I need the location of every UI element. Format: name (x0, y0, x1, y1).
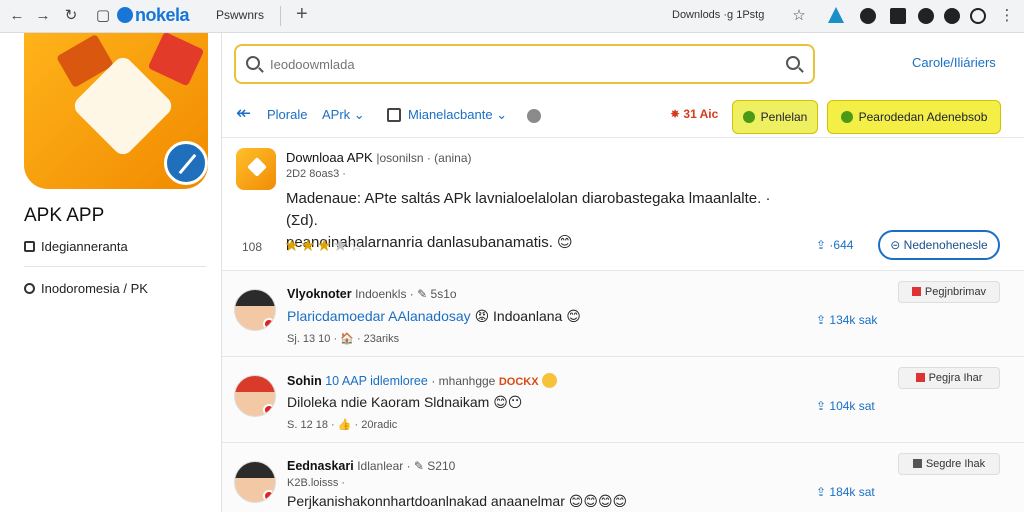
status-dot-icon (263, 490, 275, 502)
leaf-icon (742, 111, 755, 123)
app-icon (24, 33, 208, 189)
back-arrow-icon[interactable]: ↞ (236, 103, 251, 124)
chat-icon (840, 111, 853, 123)
square-icon (24, 241, 35, 252)
info-icon[interactable] (527, 109, 541, 123)
top-link[interactable]: Carole/Iliáriers (912, 55, 996, 70)
comment-author[interactable]: Sohin (287, 374, 322, 388)
reload-icon[interactable]: ↻ (62, 7, 80, 25)
tab-separator (280, 6, 281, 26)
star-icon[interactable]: ★ (300, 236, 316, 255)
bookmark-star-icon[interactable]: ☆ (790, 7, 808, 25)
reply-button[interactable]: Pegjnbrimav (898, 281, 1000, 303)
tab-plorale[interactable]: Plorale (267, 107, 307, 122)
info-icon[interactable] (970, 8, 986, 24)
comment-footer: K2B.loisss · (287, 477, 346, 489)
comment-footer: Sj. 13 10 · 🏠 · 23ariks (287, 333, 400, 345)
avatar[interactable] (234, 461, 276, 503)
comment-header: Eednaskari Idlanlear · ✎ S210 (287, 459, 456, 473)
tab-icon[interactable]: ▢ (94, 7, 112, 25)
points-badge: ✸ 31 Aic (670, 107, 719, 121)
browser-toolbar: ← → ↻ ▢ nokela Pswwnrs + Downlods ·g 1Ps… (0, 0, 1024, 33)
reply-button[interactable]: Segdre Ihak (898, 453, 1000, 475)
star-rating[interactable]: ★★★★☆ (284, 236, 365, 256)
avatar[interactable] (234, 289, 276, 331)
comment-body: Diloleka ndie Kaoram Sldnaikam 😊😶 (287, 394, 523, 410)
edit-badge-icon (164, 141, 208, 185)
menu-icon[interactable]: ⋮ (998, 7, 1016, 25)
comment-body: Perjkanishakonnhartdoanlnakad anaanelmar… (287, 493, 628, 509)
share-stat[interactable]: ⇪ ·644 (816, 238, 853, 252)
rating-count: 108 (242, 240, 263, 254)
post-date: 2D2 8oas3 · (286, 168, 346, 180)
share-icon: ⇪ (816, 238, 827, 252)
tag-icon (912, 459, 922, 468)
back-icon[interactable]: ← (8, 7, 26, 25)
sidebar-item-category[interactable]: Idegianneranta (24, 239, 128, 254)
comment-item: Sohin 10 AAP idlemloree · mhanhgge DOCKX… (222, 357, 1024, 443)
filter-dropdown[interactable]: Mianelacbante ⌄ (408, 107, 507, 123)
post-title[interactable]: Downloaa APK |osonilsn · (anina) (286, 150, 472, 165)
comment-header: Vlyoknoter Indoenkls · ✎ 5s1o (287, 287, 457, 301)
arrow-circle-icon: ⊝ (890, 238, 901, 252)
globe-icon (24, 283, 35, 294)
avatar[interactable] (234, 375, 276, 417)
primary-action-button[interactable]: Penlelan (732, 100, 818, 134)
post-action-button[interactable]: ⊝ Nedenohenesle (878, 230, 1000, 260)
site-logo[interactable]: nokela (117, 5, 190, 26)
search-submit-icon[interactable] (786, 56, 800, 70)
comment-footer: S. 12 18 · 👍 · 20radic (287, 419, 398, 431)
comment-share-stat[interactable]: ⇪ 104k sat (816, 399, 875, 413)
comment-header: Sohin 10 AAP idlemloree · mhanhgge DOCKX (287, 373, 558, 388)
extension-icon[interactable] (860, 8, 876, 24)
app-icon-shape (147, 33, 205, 87)
address-bar-text[interactable]: Downlods ·g 1Pstg (672, 9, 764, 21)
featured-post: Downloaa APK |osonilsn · (anina) 2D2 8oa… (222, 137, 1024, 271)
star-badge-icon: ✸ (670, 107, 681, 121)
search-icon (246, 56, 260, 70)
main-content: Carole/Iliáriers ↞ Plorale APrk ⌄ Mianel… (222, 33, 1024, 512)
sidebar-item-region[interactable]: Inodoromesia / PK (24, 281, 148, 296)
star-icon[interactable]: ★ (284, 236, 300, 255)
star-icon[interactable]: ★ (317, 236, 333, 255)
chevron-down-icon: ⌄ (353, 107, 365, 122)
search-box[interactable] (234, 44, 815, 84)
reply-button[interactable]: Pegjra Ihar (898, 367, 1000, 389)
post-app-icon (236, 148, 276, 190)
tab-title[interactable]: Pswwnrs (216, 8, 264, 22)
comment-author[interactable]: Eednaskari (287, 459, 354, 473)
comment-share-stat[interactable]: ⇪ 184k sat (816, 485, 875, 499)
comment-item: Vlyoknoter Indoenkls · ✎ 5s1o Plaricdamo… (222, 271, 1024, 357)
extension-square-icon[interactable] (890, 8, 906, 24)
share-icon: ⇪ (816, 485, 827, 499)
profile-icon[interactable] (918, 8, 934, 24)
comment-body: Plaricdamoedar AAlanadosay 😡 Indoanlana … (287, 308, 581, 324)
chevron-down-icon: ⌄ (496, 107, 508, 122)
flag-icon (911, 287, 921, 296)
star-icon[interactable]: ☆ (349, 236, 365, 255)
secondary-action-button[interactable]: Pearodedan Adenebsob (827, 100, 1001, 134)
filter-checkbox[interactable] (387, 108, 401, 122)
comment-author[interactable]: Vlyoknoter (287, 287, 352, 301)
comment-item: Eednaskari Idlanlear · ✎ S210 Perjkanish… (222, 443, 1024, 512)
sidebar-divider (24, 266, 206, 267)
comment-share-stat[interactable]: ⇪ 134k sak (816, 313, 877, 327)
status-dot-icon (263, 318, 275, 330)
flag-icon (915, 373, 925, 382)
share-icon: ⇪ (816, 313, 827, 327)
new-tab-icon[interactable]: + (296, 3, 308, 26)
search-input[interactable] (270, 54, 770, 74)
account-icon[interactable] (944, 8, 960, 24)
tab-apk[interactable]: APrk ⌄ (322, 107, 365, 123)
sidebar: APK APP Idegianneranta Inodoromesia / PK (0, 33, 222, 512)
status-dot-icon (263, 404, 275, 416)
emoji-icon (542, 373, 558, 388)
filter-toolbar: ↞ Plorale APrk ⌄ Mianelacbante ⌄ ✸ 31 Ai… (222, 95, 1024, 137)
forward-icon[interactable]: → (34, 7, 52, 25)
share-icon: ⇪ (816, 399, 827, 413)
app-title: APK APP (24, 205, 105, 226)
logo-icon (117, 7, 133, 23)
star-icon[interactable]: ★ (333, 236, 349, 255)
home-icon[interactable] (828, 7, 844, 23)
